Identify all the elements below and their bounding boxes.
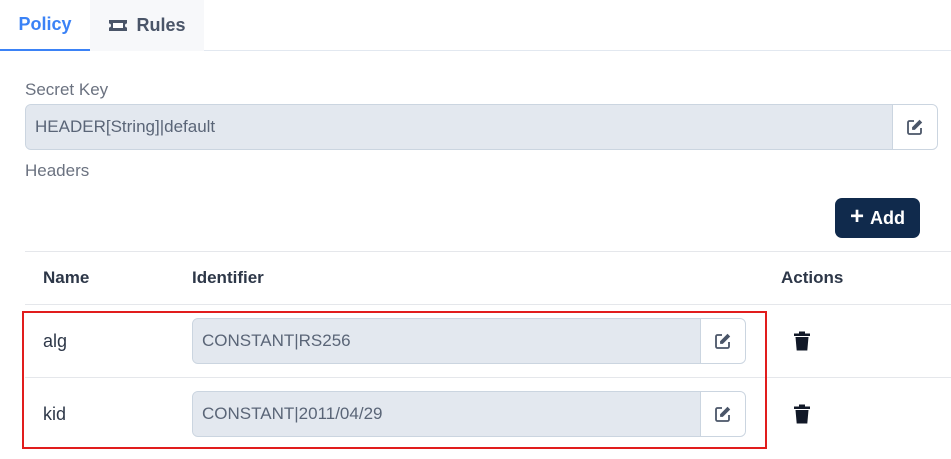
secret-key-field: HEADER[String]|default — [25, 104, 938, 150]
table-divider — [25, 251, 951, 252]
ticket-icon — [108, 19, 128, 32]
trash-icon[interactable] — [793, 404, 811, 424]
tab-rules[interactable]: Rules — [90, 0, 204, 51]
row-edit-button[interactable] — [700, 319, 745, 363]
column-header-name: Name — [43, 268, 90, 287]
add-header-button[interactable]: + Add — [835, 198, 920, 238]
secret-key-label: Secret Key — [25, 80, 109, 99]
row-identifier-value[interactable]: CONSTANT|RS256 — [193, 319, 700, 363]
tab-policy[interactable]: Policy — [0, 0, 90, 51]
add-button-label: Add — [870, 207, 905, 228]
row-edit-button[interactable] — [700, 392, 745, 436]
edit-icon — [715, 406, 731, 422]
row-divider — [25, 377, 951, 378]
headers-label: Headers — [25, 161, 90, 180]
trash-icon[interactable] — [793, 331, 811, 351]
edit-icon — [715, 333, 731, 349]
tab-policy-label: Policy — [18, 14, 72, 34]
row-identifier-field: CONSTANT|2011/04/29 — [192, 391, 746, 437]
table-header-divider — [25, 304, 951, 305]
secret-key-value[interactable]: HEADER[String]|default — [26, 105, 892, 149]
row-name-kid: kid — [43, 404, 67, 424]
column-header-actions: Actions — [781, 268, 844, 287]
tab-rules-label: Rules — [136, 15, 186, 35]
edit-icon — [907, 119, 923, 135]
row-identifier-field: CONSTANT|RS256 — [192, 318, 746, 364]
column-header-identifier: Identifier — [192, 268, 264, 287]
plus-icon: + — [849, 203, 864, 230]
row-identifier-value[interactable]: CONSTANT|2011/04/29 — [193, 392, 700, 436]
tab-bar: Policy Rules — [0, 0, 951, 51]
secret-key-edit-button[interactable] — [892, 105, 937, 149]
row-name-alg: alg — [43, 331, 68, 351]
